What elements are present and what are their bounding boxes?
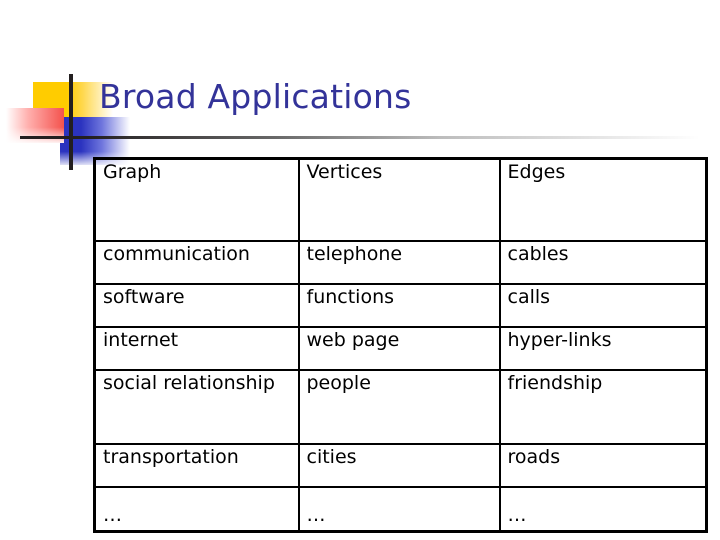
- table-cell-edges: hyper-links: [498, 326, 708, 371]
- table-cell-graph: internet: [93, 326, 300, 371]
- slide: Broad Applications Graph Vertices Edges …: [0, 0, 720, 540]
- table-cell-vertices: cities: [297, 443, 501, 488]
- page-title: Broad Applications: [99, 77, 412, 116]
- table-cell-vertices: people: [297, 369, 501, 445]
- applications-table-wrapper: Graph Vertices Edges communication telep…: [93, 157, 708, 533]
- table-header-cell-graph: Graph: [93, 157, 300, 242]
- table-row: software functions calls: [93, 283, 708, 328]
- table-cell-edges: friendship: [498, 369, 708, 445]
- table-cell-vertices: telephone: [297, 240, 501, 285]
- table-cell-graph: software: [93, 283, 300, 328]
- table-header-cell-vertices: Vertices: [297, 157, 501, 242]
- horizontal-rule: [20, 136, 700, 139]
- table-cell-vertices: functions: [297, 283, 501, 328]
- table-row: communication telephone cables: [93, 240, 708, 285]
- table-header-cell-edges: Edges: [498, 157, 708, 242]
- applications-table: Graph Vertices Edges communication telep…: [93, 157, 708, 533]
- table-cell-graph: social relationship: [93, 369, 300, 445]
- table-cell-edges: …: [498, 486, 708, 533]
- table-cell-graph: …: [93, 486, 300, 533]
- table-header-row: Graph Vertices Edges: [93, 157, 708, 242]
- table-row: social relationship people friendship: [93, 369, 708, 445]
- table-cell-graph: transportation: [93, 443, 300, 488]
- vertical-rule: [69, 74, 73, 170]
- table-row: transportation cities roads: [93, 443, 708, 488]
- table-cell-edges: roads: [498, 443, 708, 488]
- table-row: … … …: [93, 486, 708, 533]
- table-cell-vertices: …: [297, 486, 501, 533]
- table-cell-edges: calls: [498, 283, 708, 328]
- table-cell-vertices: web page: [297, 326, 501, 371]
- table-cell-graph: communication: [93, 240, 300, 285]
- table-row: internet web page hyper-links: [93, 326, 708, 371]
- table-cell-edges: cables: [498, 240, 708, 285]
